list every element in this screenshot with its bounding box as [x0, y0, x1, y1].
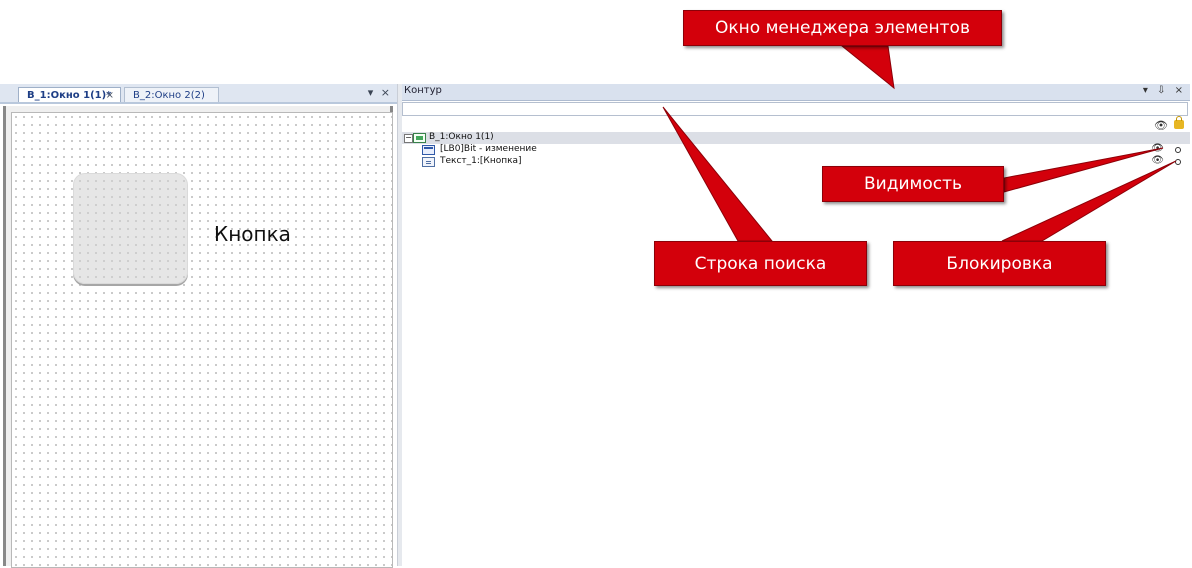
manager-callout-pointer [840, 45, 895, 90]
visibility-callout-pointer [1003, 147, 1164, 193]
callout-lock: Блокировка [893, 241, 1106, 286]
callout-visibility: Видимость [822, 166, 1004, 202]
search-callout-pointer [662, 106, 774, 242]
callout-search-bar: Строка поиска [654, 241, 867, 286]
callout-element-manager: Окно менеджера элементов [683, 10, 1002, 46]
